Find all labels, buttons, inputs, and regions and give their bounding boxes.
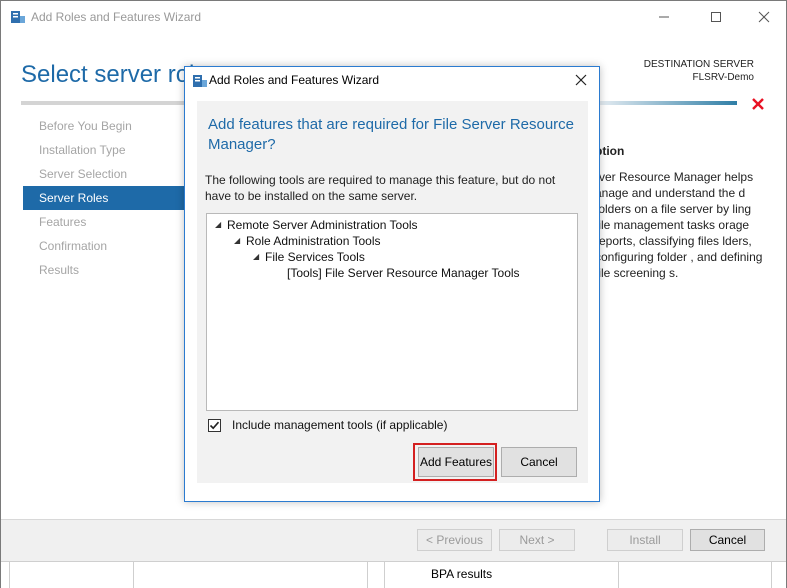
- strip-divider: [9, 561, 10, 588]
- server-manager-icon: [193, 75, 207, 87]
- dialog-heading: Add features that are required for File …: [208, 116, 575, 153]
- include-management-tools-checkbox[interactable]: [208, 419, 221, 432]
- dialog-body: Add features that are required for File …: [197, 101, 588, 483]
- results-strip: [1, 561, 786, 588]
- destination-server-name: FLSRV-Demo: [692, 72, 754, 83]
- nav-item-features[interactable]: Features: [23, 210, 185, 234]
- strip-divider: [771, 561, 772, 588]
- description-text: rver Resource Manager helps anage and un…: [595, 170, 763, 280]
- maximize-button[interactable]: [693, 1, 739, 33]
- tree-item[interactable]: [Tools] File Server Resource Manager Too…: [287, 265, 520, 281]
- add-features-dialog: Add Roles and Features Wizard Add featur…: [184, 66, 600, 502]
- dialog-title: Add Roles and Features Wizard: [209, 73, 380, 87]
- nav-item-server-selection[interactable]: Server Selection: [23, 162, 185, 186]
- collapse-triangle-icon[interactable]: ◢: [253, 249, 265, 265]
- nav-item-server-roles[interactable]: Server Roles: [23, 186, 185, 210]
- maximize-icon: [711, 12, 721, 22]
- tree-item[interactable]: ◢ Remote Server Administration Tools: [215, 217, 418, 233]
- tree-item-label: Remote Server Administration Tools: [227, 218, 418, 232]
- minimize-icon: [659, 16, 669, 18]
- destination-server-label: DESTINATION SERVER: [643, 59, 754, 70]
- required-tools-tree[interactable]: ◢ Remote Server Administration Tools ◢ Rol…: [206, 213, 578, 411]
- server-manager-icon: [11, 11, 25, 23]
- collapse-triangle-icon[interactable]: ◢: [234, 233, 246, 249]
- dialog-info-text: The following tools are required to mana…: [205, 173, 556, 203]
- tree-item-label: File Services Tools: [265, 250, 365, 264]
- collapse-triangle-icon[interactable]: ◢: [215, 217, 227, 233]
- close-icon: [758, 11, 770, 23]
- progress-indicator: [597, 101, 737, 105]
- wizard-nav: Before You Begin Installation Type Serve…: [23, 114, 185, 282]
- previous-button[interactable]: < Previous: [417, 529, 492, 551]
- nav-item-installation-type[interactable]: Installation Type: [23, 138, 185, 162]
- include-management-tools-label[interactable]: Include management tools (if applicable): [232, 418, 447, 432]
- strip-divider: [384, 561, 385, 588]
- strip-divider: [618, 561, 619, 588]
- title-bar: Add Roles and Features Wizard: [1, 1, 786, 33]
- bpa-results-label[interactable]: BPA results: [431, 567, 492, 581]
- nav-item-confirmation[interactable]: Confirmation: [23, 234, 185, 258]
- tree-item[interactable]: ◢ File Services Tools: [253, 249, 365, 265]
- add-features-button[interactable]: Add Features: [418, 447, 494, 477]
- cancel-button[interactable]: Cancel: [690, 529, 765, 551]
- dialog-title-bar: Add Roles and Features Wizard: [185, 67, 599, 93]
- nav-item-before-you-begin[interactable]: Before You Begin: [23, 114, 185, 138]
- close-icon[interactable]: [573, 72, 589, 88]
- tree-item-label: Role Administration Tools: [246, 234, 381, 248]
- next-button[interactable]: Next >: [499, 529, 575, 551]
- strip-divider: [133, 561, 134, 588]
- window-title: Add Roles and Features Wizard: [31, 10, 202, 24]
- dialog-cancel-button[interactable]: Cancel: [501, 447, 577, 477]
- error-x-icon[interactable]: [751, 97, 765, 111]
- minimize-button[interactable]: [641, 1, 687, 33]
- install-button[interactable]: Install: [607, 529, 683, 551]
- strip-divider: [367, 561, 368, 588]
- tree-item[interactable]: ◢ Role Administration Tools: [234, 233, 381, 249]
- nav-item-results[interactable]: Results: [23, 258, 185, 282]
- checkmark-icon: [209, 421, 220, 430]
- close-button[interactable]: [741, 1, 787, 33]
- tree-item-label: [Tools] File Server Resource Manager Too…: [287, 266, 520, 280]
